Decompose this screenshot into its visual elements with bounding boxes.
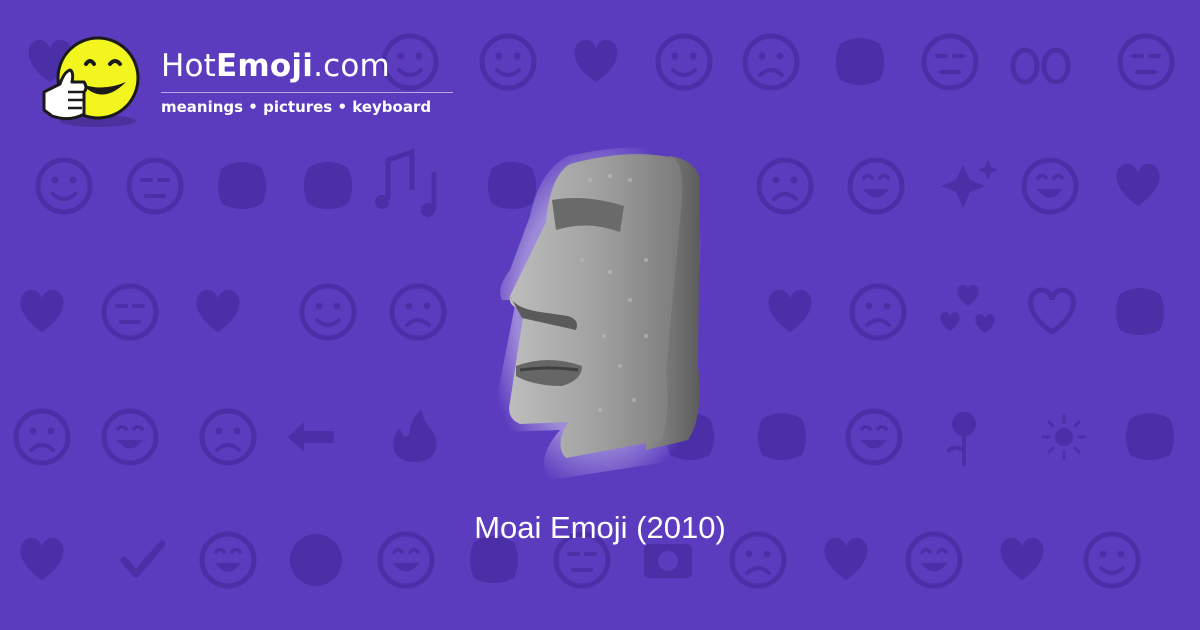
squint-tongue-icon xyxy=(848,411,900,463)
emoji-caption: Moai Emoji (2010) xyxy=(474,510,726,545)
fire-icon xyxy=(393,410,437,462)
smiling-devil-icon xyxy=(104,411,156,463)
relieved-face-icon xyxy=(38,160,90,212)
thumbs-up-wink-logo-icon xyxy=(40,34,140,130)
winking-kiss-icon xyxy=(482,36,534,88)
confused-face-icon xyxy=(104,286,156,338)
flexed-biceps-icon xyxy=(1126,413,1174,460)
ok-hand-icon xyxy=(836,38,884,85)
tired-face-icon xyxy=(852,286,904,338)
monkey-icon xyxy=(1116,288,1164,335)
scream-face-icon xyxy=(16,411,68,463)
two-hearts-icon xyxy=(574,40,618,82)
weary-face-icon xyxy=(745,36,797,88)
party-popper-icon xyxy=(758,413,806,460)
raising-hands-icon xyxy=(304,162,352,209)
check-mark-icon xyxy=(120,540,166,578)
moai-icon xyxy=(493,147,704,480)
recycle-icon xyxy=(218,162,266,209)
site-title[interactable]: HotEmoji.com xyxy=(161,48,390,84)
eyes-icon xyxy=(1010,47,1071,85)
brand-header[interactable]: HotEmoji.com meanings • pictures • keybo… xyxy=(40,34,460,134)
site-title-suffix: .com xyxy=(313,48,390,84)
tongue-face-icon xyxy=(302,286,354,338)
music-notes-icon xyxy=(375,148,437,217)
grinning-face-icon xyxy=(850,160,902,212)
smiley-icon xyxy=(658,36,710,88)
sun-icon xyxy=(1041,414,1087,460)
expressionless-face-icon xyxy=(924,36,976,88)
smirk-face-icon xyxy=(1120,36,1172,88)
moai-emoji-image xyxy=(470,140,730,490)
heart-arrow-icon xyxy=(768,290,812,332)
grinning-face-icon xyxy=(1024,160,1076,212)
broken-heart-icon xyxy=(20,290,64,332)
brand-divider xyxy=(161,92,453,93)
sparkles-icon xyxy=(941,160,998,208)
striped-heart-icon xyxy=(196,290,240,332)
angry-face-icon xyxy=(202,411,254,463)
site-title-bold: Emoji xyxy=(216,48,314,84)
rose-icon xyxy=(946,412,976,466)
heart-icon xyxy=(1030,290,1073,332)
left-arrow-icon xyxy=(288,422,334,452)
site-tagline: meanings • pictures • keyboard xyxy=(161,98,432,116)
frowning-face-icon xyxy=(392,286,444,338)
striped-heart-icon xyxy=(1116,164,1160,206)
sad-face-icon xyxy=(759,160,811,212)
site-title-prefix: Hot xyxy=(161,48,217,84)
camera-icon xyxy=(644,544,692,578)
cold-face-icon xyxy=(129,160,181,212)
revolving-hearts-icon xyxy=(940,285,995,333)
